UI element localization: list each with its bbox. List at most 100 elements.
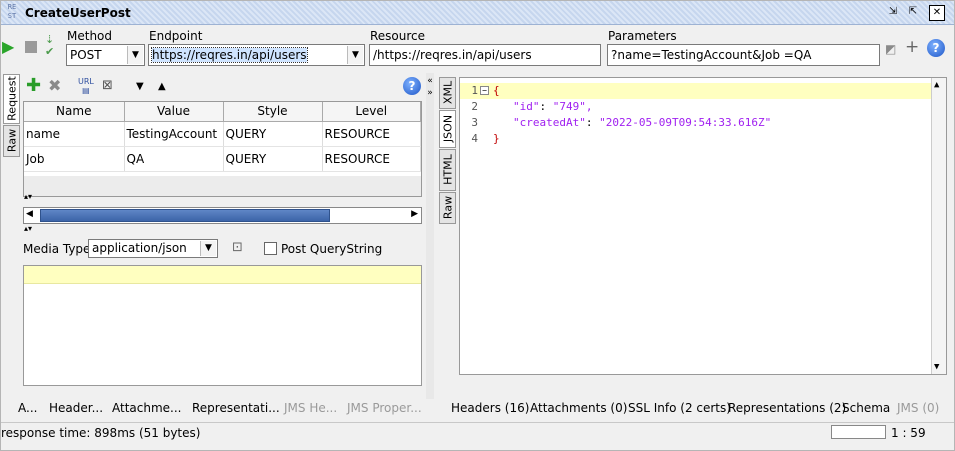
vertical-scrollbar[interactable]: ▲ ▼	[931, 78, 946, 374]
collapse-right-icon[interactable]: »	[426, 87, 434, 99]
request-body-editor[interactable]	[23, 265, 422, 386]
collapse-splitter-icon[interactable]: ▴▾	[24, 193, 32, 201]
tab-response-attachments[interactable]: Attachments (0)	[530, 401, 627, 415]
help-icon[interactable]: ?	[403, 77, 421, 95]
move-up-icon[interactable]: ▲	[158, 79, 166, 95]
method-value: POST	[70, 48, 102, 62]
tab-headers[interactable]: Header...	[49, 401, 103, 415]
cursor-position: 1 : 59	[891, 426, 926, 440]
param-level-cell[interactable]: RESOURCE	[322, 146, 421, 172]
resource-input[interactable]: /https://reqres.in/api/users	[369, 44, 601, 66]
tab-response-headers[interactable]: Headers (16)	[451, 401, 529, 415]
parameters-value: ?name=TestingAccount&Job =QA	[611, 48, 812, 62]
param-style-cell[interactable]: QUERY	[223, 121, 323, 147]
param-name-cell[interactable]: name	[24, 121, 125, 147]
tab-representations[interactable]: Representati...	[192, 401, 280, 415]
request-pane: Request Raw ✚ ✖ URL ▤ ⊠ ▼ ▲ ? Name Value …	[1, 73, 425, 399]
tab-jms[interactable]: JMS (0)	[897, 401, 939, 415]
json-value: "749",	[552, 100, 593, 113]
soapui-request-window: RE ST CreateUserPost ⇲ ⇱ ✕ ▶ ⇣ ✔ Method P…	[0, 0, 955, 451]
maximize-icon[interactable]: ⇱	[905, 5, 921, 21]
tab-attachments[interactable]: Attachme...	[112, 401, 181, 415]
response-vertical-tabs: XML JSON HTML Raw	[437, 73, 457, 399]
progress-box	[831, 425, 886, 439]
scroll-thumb[interactable]	[40, 209, 330, 222]
fold-icon[interactable]: −	[480, 86, 489, 95]
column-header-level[interactable]: Level	[322, 102, 421, 122]
run-icon[interactable]: ▶	[2, 39, 14, 55]
resource-value: /https://reqres.in/api/users	[373, 48, 532, 62]
copy-icon[interactable]: ◩	[885, 41, 896, 57]
tab-jms-properties[interactable]: JMS Proper...	[347, 401, 422, 415]
tab-auth[interactable]: A...	[18, 401, 37, 415]
response-json-editor[interactable]: 1 − { 2 "id": "749", 3 "createdAt": "202…	[459, 77, 947, 375]
line-number: 4	[471, 132, 478, 145]
help-icon[interactable]: ?	[927, 39, 945, 57]
add-param-icon[interactable]: ✚	[26, 77, 41, 95]
move-down-icon[interactable]: ▼	[136, 79, 144, 95]
params-table: Name Value Style Level name TestingAccou…	[23, 101, 422, 197]
close-icon[interactable]: ✕	[929, 5, 945, 21]
scroll-right-icon[interactable]: ▶	[411, 209, 418, 219]
chevron-down-icon[interactable]: ▼	[347, 46, 363, 64]
url-param-icon[interactable]: URL ▤	[78, 77, 94, 95]
pane-splitter[interactable]: « »	[426, 73, 434, 399]
scroll-up-icon[interactable]: ▲	[934, 80, 939, 90]
endpoint-combo[interactable]: https://reqres.in/api/users ▼	[148, 44, 365, 66]
code-line: 1 − {	[460, 83, 946, 99]
json-key: "id"	[513, 100, 540, 113]
stop-icon[interactable]	[25, 41, 37, 53]
line-number: 3	[471, 116, 478, 129]
collapse-splitter-icon[interactable]: ▴▾	[24, 225, 32, 233]
code-line: 3 "createdAt": "2022-05-09T09:54:33.616Z…	[460, 115, 946, 131]
media-type-label: Media Type	[23, 242, 91, 256]
tab-raw[interactable]: Raw	[439, 192, 456, 224]
recreate-request-icon[interactable]: ⊡	[232, 240, 243, 256]
response-pane: XML JSON HTML Raw 1 − { 2 "id": "749", 3…	[437, 73, 954, 399]
tab-jms-headers[interactable]: JMS He...	[284, 401, 337, 415]
scroll-down-icon[interactable]: ▼	[934, 362, 939, 372]
chevron-down-icon[interactable]: ▼	[200, 241, 216, 256]
tab-schema[interactable]: Schema	[842, 401, 890, 415]
add-icon[interactable]: +	[905, 39, 919, 56]
param-level-cell[interactable]: RESOURCE	[322, 121, 421, 147]
param-value-cell[interactable]: QA	[124, 146, 224, 172]
param-name-cell[interactable]: Job	[24, 146, 125, 172]
param-value-cell[interactable]: TestingAccount	[124, 121, 224, 147]
method-label: Method	[67, 29, 113, 43]
submit-check-icon[interactable]: ⇣ ✔	[45, 34, 54, 58]
media-type-select[interactable]: application/json ▼	[88, 239, 218, 258]
endpoint-label: Endpoint	[149, 29, 203, 43]
rest-app-icon: RE ST	[7, 3, 17, 20]
json-value: "2022-05-09T09:54:33.616Z"	[599, 116, 772, 129]
dock-icon[interactable]: ⇲	[885, 5, 901, 21]
code-line: 4 }	[460, 131, 946, 147]
horizontal-scrollbar[interactable]: ◀ ▶	[23, 207, 422, 224]
tab-json[interactable]: JSON	[439, 110, 456, 148]
current-line-highlight	[24, 266, 421, 284]
status-bar: response time: 898ms (51 bytes) 1 : 59	[1, 422, 954, 443]
param-style-cell[interactable]: QUERY	[223, 146, 323, 172]
chevron-down-icon[interactable]: ▼	[127, 46, 143, 64]
edit-param-icon[interactable]: ⊠	[102, 78, 113, 94]
post-querystring-checkbox[interactable]	[264, 242, 277, 255]
json-key: "createdAt"	[513, 116, 586, 129]
code-text: }	[493, 132, 500, 145]
line-number: 2	[471, 100, 478, 113]
column-header-style[interactable]: Style	[223, 102, 323, 122]
column-header-name[interactable]: Name	[24, 102, 125, 122]
response-time: response time: 898ms (51 bytes)	[1, 426, 201, 440]
parameters-input[interactable]: ?name=TestingAccount&Job =QA	[607, 44, 880, 66]
remove-param-icon[interactable]: ✖	[48, 78, 61, 94]
scroll-left-icon[interactable]: ◀	[26, 209, 33, 219]
collapse-left-icon[interactable]: «	[426, 75, 434, 87]
tab-ssl-info[interactable]: SSL Info (2 certs)	[628, 401, 731, 415]
tab-response-representations[interactable]: Representations (2)	[728, 401, 846, 415]
code-text: {	[493, 84, 500, 97]
method-select[interactable]: POST ▼	[66, 44, 145, 66]
table-row[interactable]: name TestingAccount QUERY RESOURCE	[24, 121, 421, 147]
parameters-label: Parameters	[608, 29, 677, 43]
tab-raw[interactable]: Raw	[3, 125, 20, 157]
table-row[interactable]: Job QA QUERY RESOURCE	[24, 146, 421, 172]
column-header-value[interactable]: Value	[124, 102, 224, 122]
